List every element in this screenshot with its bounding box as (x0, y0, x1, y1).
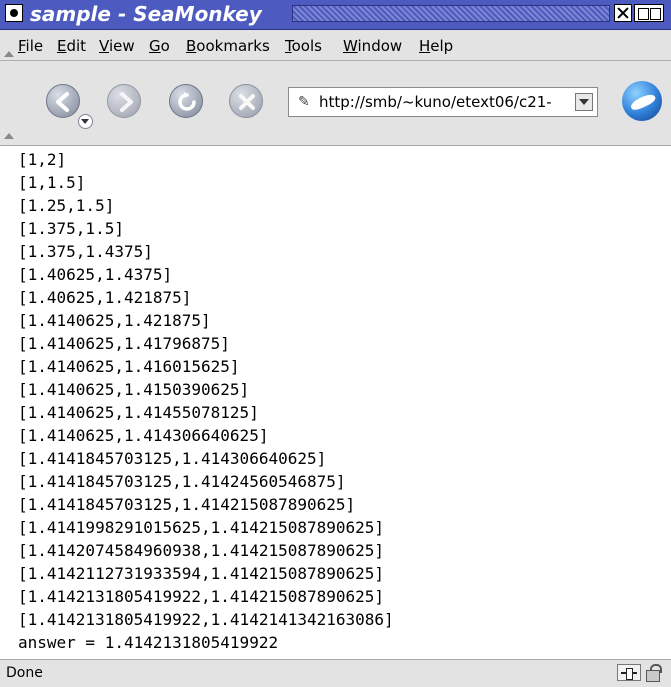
menu-go[interactable]: Go (149, 37, 170, 55)
menu-file[interactable]: File (18, 37, 43, 55)
reload-icon (178, 92, 196, 111)
output-line: [1.4140625,1.41796875] (18, 334, 230, 353)
seamonkey-logo-icon[interactable] (622, 81, 662, 121)
stop-icon (239, 94, 255, 110)
url-history-dropdown-icon[interactable] (575, 93, 593, 111)
output-line: [1.25,1.5] (18, 196, 115, 215)
output-line: [1.4140625,1.421875] (18, 311, 211, 330)
output-line: [1.4142131805419922,1.414215087890625] (18, 587, 385, 606)
status-bar: Done (0, 659, 671, 687)
maximize-icon (638, 8, 649, 20)
stop-button[interactable] (229, 84, 263, 118)
forward-arrow-icon (120, 92, 133, 112)
output-line: [1,2] (18, 150, 67, 169)
answer-line: answer = 1.4142131805419922 (18, 633, 279, 652)
window-menu-button[interactable] (5, 4, 23, 22)
back-button[interactable] (46, 84, 80, 118)
back-history-dropdown[interactable] (78, 114, 93, 129)
title-bar: sample - SeaMonkey (0, 0, 671, 30)
output-line: [1.4141845703125,1.414215087890625] (18, 495, 356, 514)
output-line: [1.4142131805419922,1.4142141342163086] (18, 610, 394, 629)
output-line: [1.4141998291015625,1.414215087890625] (18, 518, 385, 537)
toolbar-grip-icon[interactable] (4, 133, 14, 139)
title-drag-area[interactable] (292, 5, 610, 22)
output-line: [1,1.5] (18, 173, 86, 192)
menu-view[interactable]: View (99, 37, 135, 55)
output-line: [1.4142112731933594,1.414215087890625] (18, 564, 385, 583)
maximize-button[interactable] (634, 4, 664, 22)
page-content: [1,2] [1,1.5] [1.25,1.5] [1.375,1.5] [1.… (0, 146, 671, 658)
output-line: [1.375,1.4375] (18, 242, 153, 261)
lock-icon[interactable] (644, 664, 664, 682)
output-line: [1.4142074584960938,1.414215087890625] (18, 541, 385, 560)
navigation-toolbar: ✎ http://smb/~kuno/etext06/c21- (0, 61, 671, 146)
menu-help[interactable]: Help (419, 37, 453, 55)
window-title: sample - SeaMonkey (30, 2, 262, 26)
menu-window[interactable]: Window (343, 37, 402, 55)
output-line: [1.4140625,1.416015625] (18, 357, 240, 376)
output-line: [1.4140625,1.41455078125] (18, 403, 259, 422)
output-line: [1.40625,1.4375] (18, 265, 173, 284)
menubar-grip-icon[interactable] (4, 51, 14, 57)
url-bar[interactable]: ✎ http://smb/~kuno/etext06/c21- (288, 87, 598, 117)
forward-button[interactable] (107, 84, 141, 118)
output-line: [1.4140625,1.414306640625] (18, 426, 269, 445)
close-button[interactable] (614, 4, 632, 22)
menu-edit[interactable]: Edit (57, 37, 86, 55)
output-line: [1.375,1.5] (18, 219, 124, 238)
connection-icon[interactable] (617, 664, 641, 681)
output-line: [1.4140625,1.4150390625] (18, 380, 250, 399)
menu-bar: File Edit View Go Bookmarks Tools Window… (0, 30, 671, 61)
output-line: [1.4141845703125,1.414306640625] (18, 449, 327, 468)
menu-bookmarks[interactable]: Bookmarks (186, 37, 270, 55)
output-line: [1.40625,1.421875] (18, 288, 192, 307)
reload-button[interactable] (169, 84, 203, 118)
url-input[interactable]: http://smb/~kuno/etext06/c21- (319, 93, 565, 111)
back-arrow-icon (56, 92, 69, 112)
window-menu-icon (10, 9, 18, 17)
page-proxy-icon[interactable]: ✎ (298, 94, 310, 110)
menu-tools[interactable]: Tools (285, 37, 322, 55)
output-line: [1.4141845703125,1.41424560546875] (18, 472, 346, 491)
status-text: Done (6, 665, 43, 681)
